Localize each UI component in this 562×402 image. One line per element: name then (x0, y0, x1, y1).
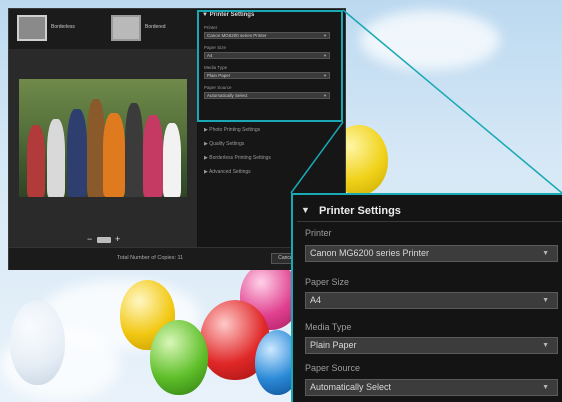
dropdown-arrow-icon: ▼ (542, 384, 549, 391)
printer-value-small: Canon MG6200 series Printer (207, 33, 267, 38)
media-type-label: Media Type (305, 322, 352, 332)
triangle-down-icon: ▼ (301, 205, 310, 215)
section-borderless[interactable]: ▶ Borderless Printing Settings (204, 155, 271, 161)
layout-bordered-label: Bordered (145, 24, 166, 30)
layout-borderless-label: Borderless (51, 24, 75, 30)
paper-source-select-small[interactable]: Automatically Select ▼ (204, 92, 330, 99)
printer-settings-header[interactable]: ▼ Printer Settings (297, 199, 562, 222)
paper-size-label: Paper Size (305, 277, 350, 287)
paper-source-select[interactable]: Automatically Select ▼ (305, 379, 558, 396)
preview-area: − + (9, 49, 197, 247)
section-label: Borderless Printing Settings (209, 155, 271, 161)
photo-figure (47, 119, 65, 197)
dropdown-arrow-icon: ▼ (323, 53, 327, 58)
printer-select-small[interactable]: Canon MG6200 series Printer ▼ (204, 32, 330, 39)
layout-bordered-thumbnail[interactable] (111, 15, 141, 41)
photo-figure (125, 103, 143, 197)
layout-borderless-thumbnail[interactable] (17, 15, 47, 41)
dropdown-arrow-icon: ▼ (542, 342, 549, 349)
balloon-decoration (150, 320, 208, 395)
paper-size-value: A4 (310, 295, 322, 305)
preview-photo (19, 79, 187, 197)
printer-settings-title: Printer Settings (319, 205, 401, 217)
dropdown-arrow-icon: ▼ (323, 33, 327, 38)
total-copies-label: Total Number of Copies: 11 (117, 255, 184, 261)
section-label: Advanced Settings (208, 169, 251, 175)
section-label: Photo Printing Settings (209, 127, 261, 133)
photo-figure (27, 125, 45, 197)
paper-source-label: Paper Source (305, 363, 361, 373)
zoom-out-button[interactable]: − (87, 235, 92, 244)
paper-source-value-small: Automatically Select (207, 93, 248, 98)
printer-settings-title-small: Printer Settings (209, 12, 255, 18)
section-advanced[interactable]: ▶ Advanced Settings (204, 169, 251, 175)
media-type-value-small: Plain Paper (207, 73, 231, 78)
printer-settings-zoom-panel: ▼ Printer Settings Printer Canon MG6200 … (291, 193, 562, 402)
section-photo-printing[interactable]: ▶ Photo Printing Settings (204, 127, 260, 133)
media-type-value: Plain Paper (310, 340, 357, 350)
paper-size-label-small: Paper Size (204, 45, 227, 50)
printer-label-small: Printer (204, 25, 218, 30)
background-cloud (360, 10, 500, 70)
dropdown-arrow-icon: ▼ (323, 73, 327, 78)
paper-size-value-small: A4 (207, 53, 213, 58)
paper-source-value: Automatically Select (310, 382, 392, 392)
paper-source-label-small: Paper Source (204, 85, 232, 90)
zoom-in-button[interactable]: + (115, 235, 120, 244)
dropdown-arrow-icon: ▼ (542, 250, 549, 257)
media-type-select[interactable]: Plain Paper ▼ (305, 337, 558, 354)
section-label: Quality Settings (209, 141, 245, 147)
layout-selector: Borderless Bordered (9, 9, 197, 49)
photo-figure (163, 123, 181, 197)
printer-value: Canon MG6200 series Printer (310, 248, 430, 258)
photo-figure (143, 115, 163, 197)
printer-label: Printer (305, 228, 332, 238)
section-quality[interactable]: ▶ Quality Settings (204, 141, 244, 147)
photo-figure (67, 109, 87, 197)
zoom-slider[interactable] (97, 237, 111, 243)
media-type-select-small[interactable]: Plain Paper ▼ (204, 72, 330, 79)
balloon-decoration (10, 300, 65, 385)
printer-select[interactable]: Canon MG6200 series Printer ▼ (305, 245, 558, 262)
dropdown-arrow-icon: ▼ (542, 297, 549, 304)
media-type-label-small: Media Type (204, 65, 228, 70)
printer-settings-header-small[interactable]: ▼ Printer Settings (202, 12, 254, 18)
paper-size-select[interactable]: A4 ▼ (305, 292, 558, 309)
dropdown-arrow-icon: ▼ (323, 93, 327, 98)
photo-figure (103, 113, 125, 197)
paper-size-select-small[interactable]: A4 ▼ (204, 52, 330, 59)
